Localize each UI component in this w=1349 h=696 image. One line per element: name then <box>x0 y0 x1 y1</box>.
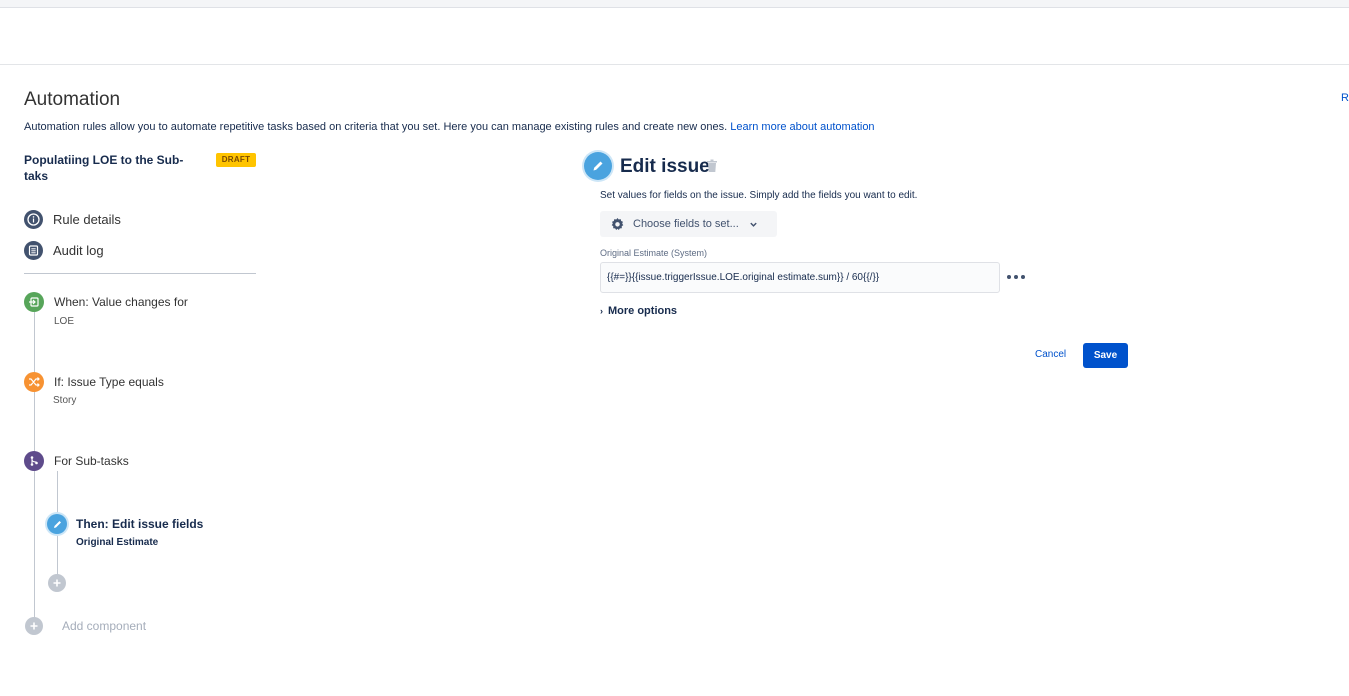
pencil-icon <box>593 161 603 171</box>
branch-add-button[interactable] <box>48 574 66 592</box>
edit-issue-title: Edit issue <box>620 156 710 177</box>
list-icon <box>24 240 43 260</box>
add-component-label[interactable]: Add component <box>62 619 146 633</box>
nav-audit-log-label: Audit log <box>53 242 104 258</box>
branch-icon <box>30 456 38 466</box>
cancel-button[interactable]: Cancel <box>1030 343 1071 367</box>
page-description: Automation rules allow you to automate r… <box>24 121 875 133</box>
more-options-toggle[interactable]: › More options <box>600 305 677 317</box>
trigger-icon <box>29 297 39 307</box>
action-title[interactable]: Then: Edit issue fields <box>76 517 203 531</box>
page-title: Automation <box>24 89 121 110</box>
chevron-down-icon <box>750 222 757 227</box>
sidebar-divider <box>24 273 256 274</box>
chevron-right-icon: › <box>600 306 603 316</box>
trigger-title[interactable]: When: Value changes for <box>54 295 188 309</box>
branch-node[interactable] <box>24 451 44 471</box>
trigger-node[interactable] <box>24 292 44 312</box>
more-dot <box>1021 275 1025 279</box>
app-header <box>0 8 1349 65</box>
action-subtitle: Original Estimate <box>76 537 159 548</box>
pencil-icon <box>53 520 61 528</box>
original-estimate-input[interactable] <box>600 262 1000 293</box>
more-options-label: More options <box>608 305 678 317</box>
action-node[interactable] <box>47 514 67 534</box>
trigger-subtitle: LOE <box>54 316 75 327</box>
draft-badge: DRAFT <box>216 153 256 167</box>
save-button[interactable]: Save <box>1083 343 1128 368</box>
condition-node[interactable] <box>24 372 44 392</box>
nav-rule-details-label: Rule details <box>53 211 121 227</box>
browser-top-strip <box>0 0 1349 8</box>
shuffle-icon <box>29 377 40 387</box>
rule-name: Populatiing LOE to the Sub-taks <box>24 153 184 183</box>
learn-more-link[interactable]: Learn more about automation <box>730 121 874 133</box>
condition-subtitle: Story <box>53 395 77 406</box>
plus-icon <box>30 622 38 630</box>
condition-title[interactable]: If: Issue Type equals <box>54 375 164 389</box>
more-dot <box>1014 275 1018 279</box>
nav-rule-details[interactable]: Rule details <box>24 209 121 229</box>
page-description-text: Automation rules allow you to automate r… <box>24 121 728 133</box>
edit-issue-description: Set values for fields on the issue. Simp… <box>600 190 918 201</box>
add-component-button[interactable] <box>25 617 43 635</box>
trash-icon[interactable] <box>706 159 718 173</box>
more-dot <box>1007 275 1011 279</box>
edit-issue-icon <box>584 152 612 180</box>
gear-icon <box>611 217 624 230</box>
nav-audit-log[interactable]: Audit log <box>24 240 104 260</box>
choose-fields-label: Choose fields to set... <box>633 218 739 230</box>
field-more-actions-button[interactable] <box>1007 268 1025 286</box>
info-icon <box>24 209 43 229</box>
choose-fields-button[interactable]: Choose fields to set... <box>600 211 777 237</box>
plus-icon <box>53 579 61 587</box>
edge-link[interactable]: R <box>1341 92 1349 104</box>
branch-title[interactable]: For Sub-tasks <box>54 454 129 468</box>
original-estimate-label: Original Estimate (System) <box>600 248 708 258</box>
